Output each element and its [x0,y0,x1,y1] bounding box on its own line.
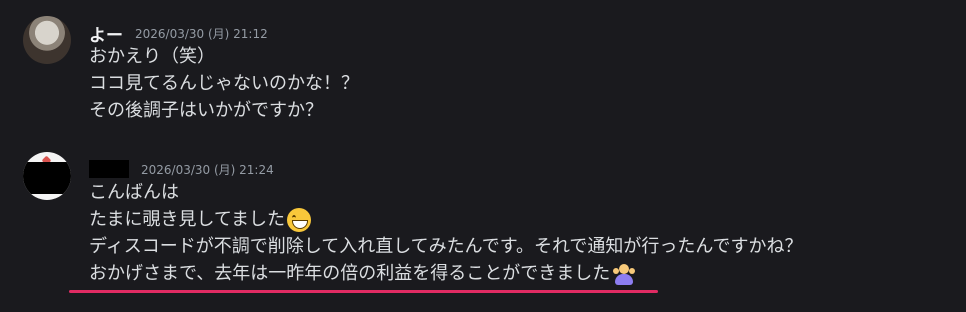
highlight-underline [69,290,658,293]
message-line: ココ見てるんじゃないのかな！？ [89,73,359,94]
message-line: その後調子はいかがですか？ [89,100,323,121]
message-line: たまに覗き見してました [89,206,803,233]
grinning-face-icon[interactable] [287,207,312,232]
username[interactable]: よー [89,21,123,46]
message-body: こんばんは たまに覗き見してました ディスコードが不調で削除して入れ直してみたん… [89,179,803,287]
message-line-text: こんばんは [89,182,179,203]
person-head [619,263,630,274]
person-body [615,273,634,285]
timestamp[interactable]: 2026/03/30 (月) 21:12 [135,25,268,42]
avatar[interactable] [23,152,71,200]
avatar[interactable] [23,16,71,64]
message-header: よー 2026/03/30 (月) 21:12 [89,21,268,46]
person-arm-right [629,267,636,274]
message-line: こんばんは [89,179,803,206]
redaction-block [23,162,71,194]
redacted-username[interactable] [89,160,129,178]
message-line-text: たまに覗き見してました [89,209,286,230]
message-line: おかげさまで、去年は一昨年の倍の利益を得ることができました [89,260,803,287]
timestamp[interactable]: 2026/03/30 (月) 21:24 [141,161,274,178]
message-header: 2026/03/30 (月) 21:24 [89,157,274,181]
message-line: おかえり（笑） [89,46,215,67]
message-line: ディスコードが不調で削除して入れ直してみたんです。それで通知が行ったんですかね？ [89,233,803,260]
message-line-text: おかげさまで、去年は一昨年の倍の利益を得ることができました [89,263,611,284]
person-gesturing-icon[interactable] [612,262,636,286]
message-body: おかえり（笑） ココ見てるんじゃないのかな！？ その後調子はいかがですか？ [89,43,359,124]
message-line-text: ディスコードが不調で削除して入れ直してみたんです。それで通知が行ったんですかね？ [89,236,803,257]
